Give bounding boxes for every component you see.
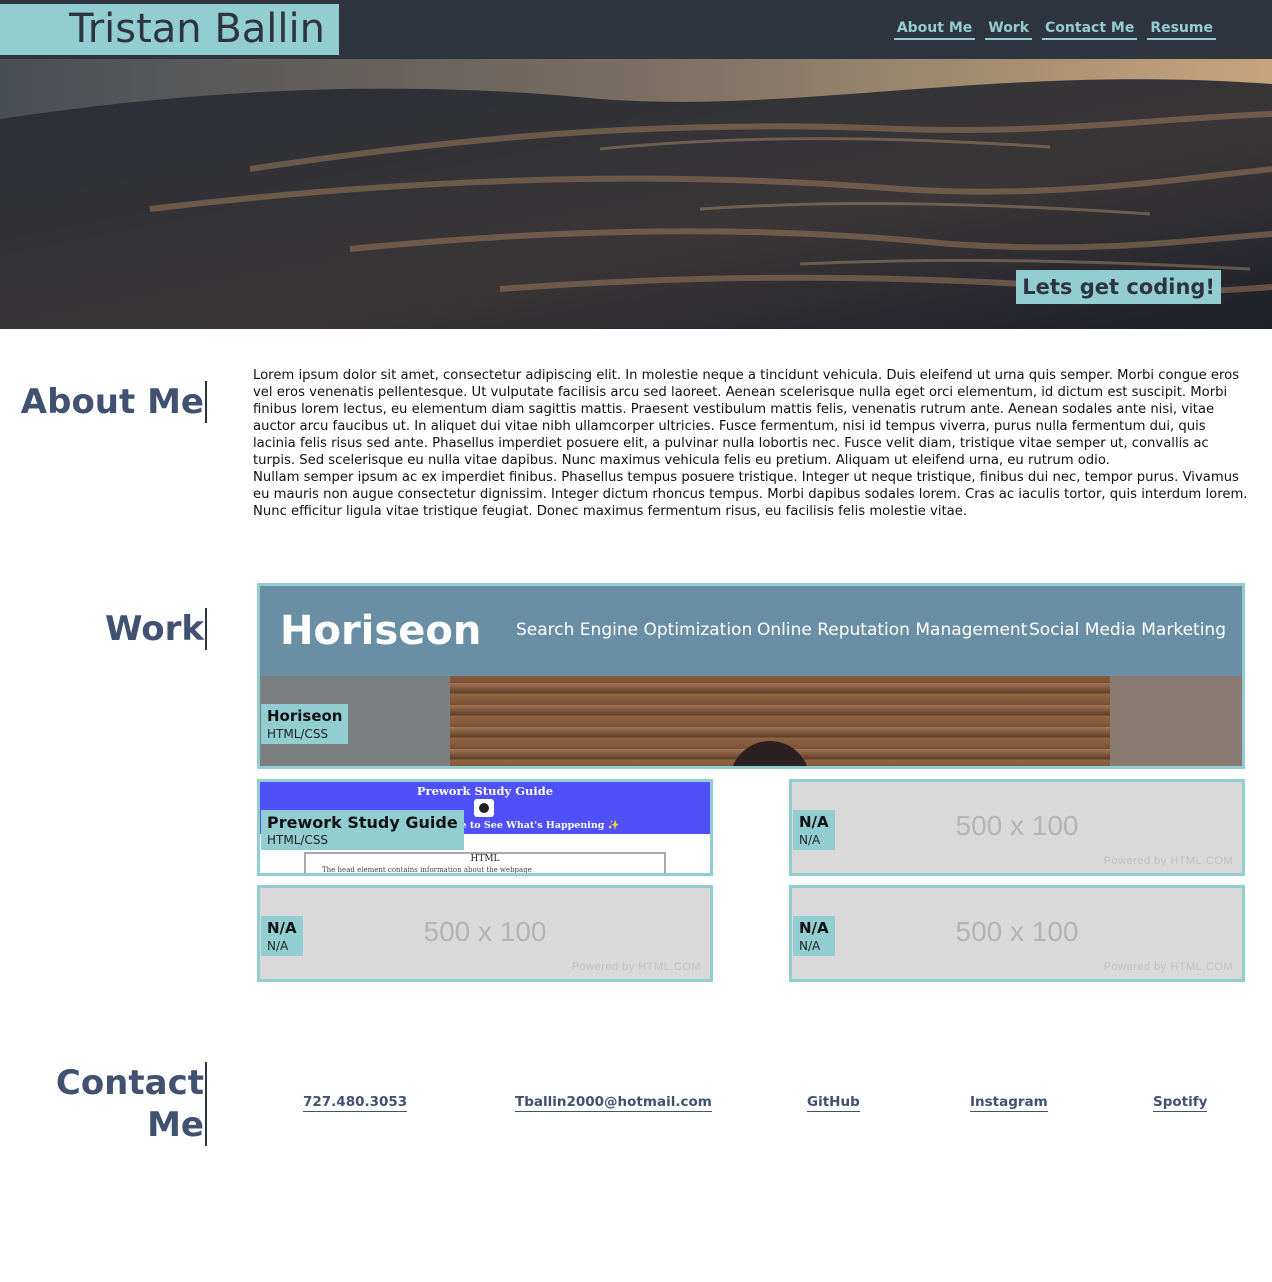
work-card-placeholder[interactable]: 500 x 100 Powered by HTML.COM N/A N/A [789, 779, 1245, 876]
work-card-caption: Horiseon HTML/CSS [261, 704, 349, 744]
horiseon-logo: Horiseon [280, 608, 482, 654]
prework-section-bullet: The head element contains information ab… [322, 866, 532, 874]
work-card-caption: N/A N/A [261, 916, 303, 956]
placeholder-image: 500 x 100 Powered by HTML.COM [792, 782, 1242, 873]
work-card-title: N/A [267, 919, 297, 937]
prework-screenshot-section: HTML The head element contains informati… [304, 852, 666, 874]
about-paragraph: Nullam semper ipsum ac ex imperdiet fini… [253, 470, 1248, 519]
contact-email-link[interactable]: Tballin2000@hotmail.com [515, 1094, 712, 1112]
horiseon-screenshot-header: Horiseon Search Engine Optimization Onli… [260, 586, 1242, 676]
work-card-caption: N/A N/A [793, 810, 835, 850]
placeholder-credit: Powered by HTML.COM [1103, 855, 1233, 867]
work-card-prework[interactable]: Prework Study Guide onsole to See What's… [257, 779, 713, 876]
work-card-title: Horiseon [267, 707, 343, 725]
prework-section-heading: HTML [470, 854, 500, 864]
nav-link-contact[interactable]: Contact Me [1042, 19, 1138, 40]
contact-heading: Contact Me [56, 1062, 207, 1146]
hero-banner: Lets get coding! [0, 59, 1272, 329]
main-nav: About Me Work Contact Me Resume [893, 19, 1216, 40]
nav-link-about[interactable]: About Me [893, 19, 976, 40]
contact-heading-line: Contact [55, 1063, 204, 1103]
work-card-title: N/A [799, 919, 829, 937]
prework-screenshot-title: Prework Study Guide [416, 784, 554, 798]
work-card-subtitle: N/A [267, 939, 289, 953]
work-card-caption: N/A N/A [793, 916, 835, 956]
work-heading: Work [105, 608, 207, 650]
work-card-placeholder[interactable]: 500 x 100 Powered by HTML.COM N/A N/A [789, 885, 1245, 982]
nav-link-work[interactable]: Work [985, 19, 1033, 40]
work-card-subtitle: N/A [799, 939, 821, 953]
contact-instagram-link[interactable]: Instagram [970, 1094, 1048, 1112]
site-title: Tristan Ballin [0, 4, 339, 55]
work-card-title: Prework Study Guide [267, 813, 458, 832]
about-heading: About Me [21, 381, 207, 423]
placeholder-image: 500 x 100 Powered by HTML.COM [260, 888, 710, 979]
work-card-caption: Prework Study Guide HTML/CSS [261, 810, 464, 850]
about-paragraph: Lorem ipsum dolor sit amet, consectetur … [253, 368, 1240, 468]
hero-tagline: Lets get coding! [1016, 270, 1221, 304]
work-card-subtitle: N/A [799, 833, 821, 847]
prework-logo-icon [474, 799, 494, 817]
horiseon-screenshot-photo [260, 676, 1242, 766]
site-header: Tristan Ballin About Me Work Contact Me … [0, 0, 1272, 59]
placeholder-image: 500 x 100 Powered by HTML.COM [792, 888, 1242, 979]
contact-heading-line: Me [147, 1105, 204, 1145]
work-card-subtitle: HTML/CSS [267, 833, 329, 847]
nav-link-resume[interactable]: Resume [1147, 19, 1216, 40]
work-card-placeholder[interactable]: 500 x 100 Powered by HTML.COM N/A N/A [257, 885, 713, 982]
work-card-title: N/A [799, 813, 829, 831]
contact-phone-link[interactable]: 727.480.3053 [303, 1094, 408, 1112]
horiseon-nav-item: Social Media Marketing [1029, 620, 1226, 640]
placeholder-credit: Powered by HTML.COM [1103, 961, 1233, 973]
contact-github-link[interactable]: GitHub [807, 1094, 860, 1112]
placeholder-dimensions: 500 x 100 [423, 916, 547, 947]
placeholder-dimensions: 500 x 100 [955, 916, 1079, 947]
placeholder-credit: Powered by HTML.COM [571, 961, 701, 973]
work-card-subtitle: HTML/CSS [267, 727, 329, 741]
contact-spotify-link[interactable]: Spotify [1153, 1094, 1208, 1112]
about-text: Lorem ipsum dolor sit amet, consectetur … [253, 367, 1248, 520]
placeholder-dimensions: 500 x 100 [955, 810, 1079, 841]
work-card-horiseon[interactable]: Horiseon Search Engine Optimization Onli… [257, 583, 1245, 769]
horiseon-nav-item: Search Engine Optimization [516, 620, 753, 640]
horiseon-nav-item: Online Reputation Management [757, 620, 1028, 640]
